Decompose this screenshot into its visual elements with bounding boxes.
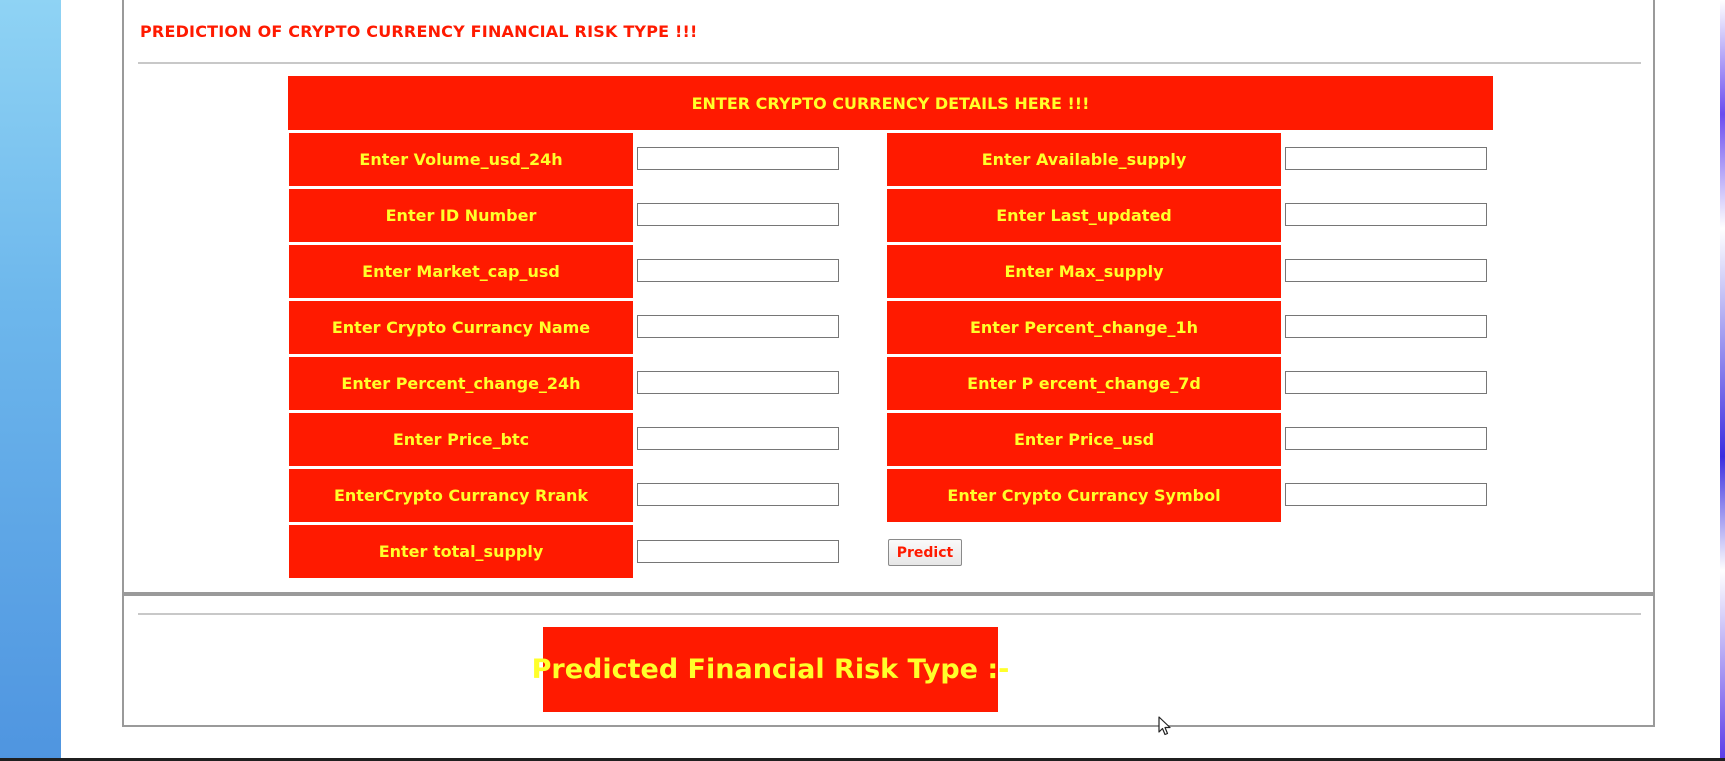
- label-market-cap-usd: Enter Market_cap_usd: [288, 244, 634, 299]
- label-percent-change-7d: Enter P ercent_change_7d: [886, 356, 1282, 411]
- label-total-supply: Enter total_supply: [288, 524, 634, 579]
- market-cap-usd-input[interactable]: [637, 259, 839, 282]
- percent-change-7d-input[interactable]: [1285, 371, 1487, 394]
- available-supply-input[interactable]: [1285, 147, 1487, 170]
- label-available-supply: Enter Available_supply: [886, 132, 1282, 187]
- total-supply-input[interactable]: [637, 540, 839, 563]
- label-volume-usd-24h: Enter Volume_usd_24h: [288, 132, 634, 187]
- label-crypto-currency-symbol: Enter Crypto Currancy Symbol: [886, 468, 1282, 523]
- desktop-background-right: [1720, 0, 1725, 761]
- last-updated-input[interactable]: [1285, 203, 1487, 226]
- label-percent-change-1h: Enter Percent_change_1h: [886, 300, 1282, 355]
- label-price-usd: Enter Price_usd: [886, 412, 1282, 467]
- desktop-background-left: [0, 0, 61, 761]
- predicted-risk-type-label: Predicted Financial Risk Type :-: [532, 627, 1009, 712]
- mouse-pointer-icon: [1158, 716, 1171, 736]
- percent-change-24h-input[interactable]: [637, 371, 839, 394]
- label-percent-change-24h: Enter Percent_change_24h: [288, 356, 634, 411]
- volume-usd-24h-input[interactable]: [637, 147, 839, 170]
- label-max-supply: Enter Max_supply: [886, 244, 1282, 299]
- crypto-currency-rank-input[interactable]: [637, 483, 839, 506]
- id-number-input[interactable]: [637, 203, 839, 226]
- page-title: PREDICTION OF CRYPTO CURRENCY FINANCIAL …: [140, 22, 698, 41]
- label-price-btc: Enter Price_btc: [288, 412, 634, 467]
- percent-change-1h-input[interactable]: [1285, 315, 1487, 338]
- prediction-form-panel: PREDICTION OF CRYPTO CURRENCY FINANCIAL …: [122, 0, 1655, 594]
- form-header: ENTER CRYPTO CURRENCY DETAILS HERE !!!: [288, 76, 1493, 130]
- price-usd-input[interactable]: [1285, 427, 1487, 450]
- predict-button[interactable]: Predict: [888, 539, 962, 566]
- crypto-currency-name-input[interactable]: [637, 315, 839, 338]
- label-crypto-currency-name: Enter Crypto Currancy Name: [288, 300, 634, 355]
- max-supply-input[interactable]: [1285, 259, 1487, 282]
- label-last-updated: Enter Last_updated: [886, 188, 1282, 243]
- price-btc-input[interactable]: [637, 427, 839, 450]
- label-id-number: Enter ID Number: [288, 188, 634, 243]
- crypto-currency-symbol-input[interactable]: [1285, 483, 1487, 506]
- result-divider: [138, 613, 1641, 615]
- title-divider: [138, 62, 1641, 64]
- label-crypto-currency-rank: EnterCrypto Currancy Rrank: [288, 468, 634, 523]
- result-panel: Predicted Financial Risk Type :-: [122, 594, 1655, 727]
